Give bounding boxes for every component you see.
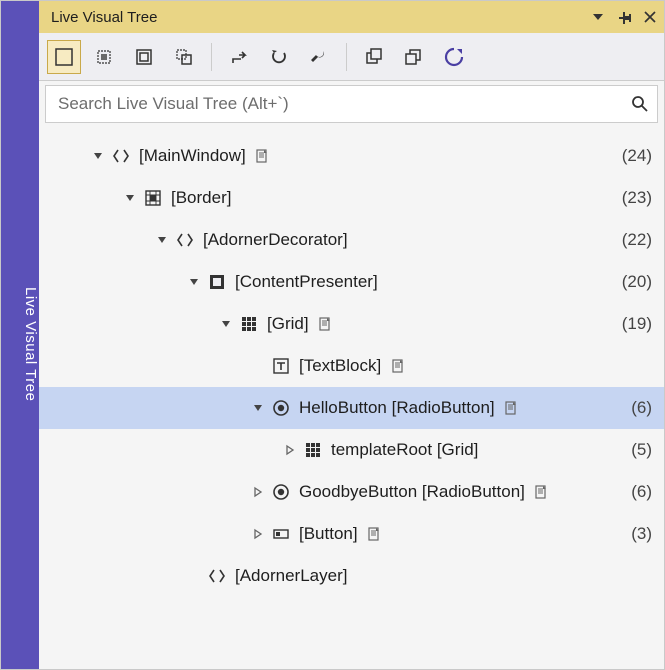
expand-arrow-icon[interactable] — [185, 273, 203, 291]
window-controls — [590, 9, 658, 25]
view-source-icon[interactable] — [503, 399, 521, 417]
collapse-arrow-icon[interactable] — [249, 483, 267, 501]
tree-row[interactable]: [AdornerDecorator] (22) — [39, 219, 664, 261]
side-tab-live-visual-tree[interactable]: Live Visual Tree — [1, 1, 39, 669]
tree-view[interactable]: [MainWindow] (24) [Border] (23) [AdornerDeco… — [39, 129, 664, 669]
tree-item-label: [TextBlock] — [299, 356, 381, 376]
tree-item-label: [AdornerDecorator] — [203, 230, 348, 250]
settings-button[interactable] — [302, 40, 336, 74]
expand-arrow-icon[interactable] — [153, 231, 171, 249]
undo-button[interactable] — [262, 40, 296, 74]
descendant-count: (6) — [623, 398, 652, 418]
element-icon — [175, 230, 195, 250]
go-to-live-property-button[interactable] — [222, 40, 256, 74]
tree-item-label: [AdornerLayer] — [235, 566, 347, 586]
collapse-arrow-icon[interactable] — [281, 441, 299, 459]
toolbar — [39, 33, 664, 81]
tree-item-label: [ContentPresenter] — [235, 272, 378, 292]
tree-row[interactable]: [Grid] (19) — [39, 303, 664, 345]
expand-arrow-icon[interactable] — [89, 147, 107, 165]
element-icon — [111, 146, 131, 166]
expand-arrow-icon[interactable] — [249, 399, 267, 417]
titlebar: Live Visual Tree — [39, 1, 664, 33]
toolbar-separator — [346, 43, 347, 71]
descendant-count: (22) — [614, 230, 652, 250]
side-tab-label: Live Visual Tree — [22, 287, 39, 401]
toolbar-separator — [211, 43, 212, 71]
view-source-icon[interactable] — [254, 147, 272, 165]
presenter-icon — [207, 272, 227, 292]
descendant-count: (5) — [623, 440, 652, 460]
view-source-icon[interactable] — [366, 525, 384, 543]
tree-row[interactable]: HelloButton [RadioButton] (6) — [39, 387, 664, 429]
element-icon — [207, 566, 227, 586]
expand-arrow-icon[interactable] — [217, 315, 235, 333]
preview-selection-button[interactable] — [127, 40, 161, 74]
tree-item-label: [MainWindow] — [139, 146, 246, 166]
descendant-count: (20) — [614, 272, 652, 292]
display-layout-adorners-button[interactable] — [87, 40, 121, 74]
tree-row[interactable]: [ContentPresenter] (20) — [39, 261, 664, 303]
descendant-count: (23) — [614, 188, 652, 208]
view-source-icon[interactable] — [317, 315, 335, 333]
panel-title: Live Visual Tree — [51, 9, 157, 26]
dropdown-icon[interactable] — [590, 9, 606, 25]
track-focused-button[interactable] — [167, 40, 201, 74]
search-bar[interactable] — [45, 85, 658, 123]
close-icon[interactable] — [642, 9, 658, 25]
radio-icon — [271, 482, 291, 502]
border-icon — [143, 188, 163, 208]
enable-selection-button[interactable] — [47, 40, 81, 74]
tree-row[interactable]: templateRoot [Grid] (5) — [39, 429, 664, 471]
tree-item-label: GoodbyeButton [RadioButton] — [299, 482, 525, 502]
button-icon — [271, 524, 291, 544]
radio-icon — [271, 398, 291, 418]
panel: Live Visual Tree — [39, 1, 664, 669]
descendant-count: (3) — [623, 524, 652, 544]
descendant-count: (6) — [623, 482, 652, 502]
refresh-button[interactable] — [437, 40, 471, 74]
pin-icon[interactable] — [616, 9, 632, 25]
tree-item-label: [Grid] — [267, 314, 309, 334]
tree-item-label: HelloButton [RadioButton] — [299, 398, 495, 418]
grid-icon — [239, 314, 259, 334]
expand-all-button[interactable] — [397, 40, 431, 74]
grid-icon — [303, 440, 323, 460]
search-input[interactable] — [56, 93, 629, 115]
descendant-count: (24) — [614, 146, 652, 166]
tree-row[interactable]: [Button] (3) — [39, 513, 664, 555]
view-source-icon[interactable] — [389, 357, 407, 375]
view-source-icon[interactable] — [533, 483, 551, 501]
tree-row[interactable]: [Border] (23) — [39, 177, 664, 219]
tree-row[interactable]: [AdornerLayer] — [39, 555, 664, 597]
collapse-arrow-icon[interactable] — [249, 525, 267, 543]
collapse-all-button[interactable] — [357, 40, 391, 74]
search-icon[interactable] — [629, 93, 651, 115]
tree-item-label: [Border] — [171, 188, 231, 208]
textblock-icon — [271, 356, 291, 376]
tree-item-label: templateRoot [Grid] — [331, 440, 478, 460]
tree-row[interactable]: [TextBlock] — [39, 345, 664, 387]
tree-item-label: [Button] — [299, 524, 358, 544]
tree-row[interactable]: GoodbyeButton [RadioButton] (6) — [39, 471, 664, 513]
descendant-count: (19) — [614, 314, 652, 334]
expand-arrow-icon[interactable] — [121, 189, 139, 207]
tree-row[interactable]: [MainWindow] (24) — [39, 135, 664, 177]
